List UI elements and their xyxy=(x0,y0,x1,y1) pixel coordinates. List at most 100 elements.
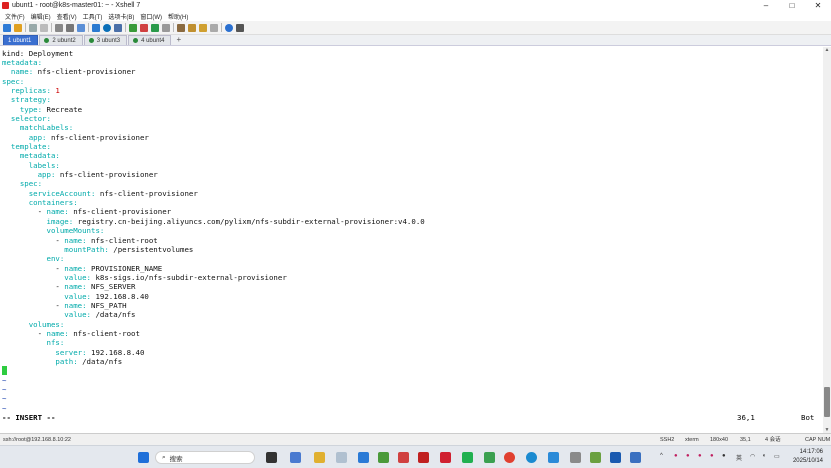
tray-icon[interactable]: ● xyxy=(686,453,690,459)
yaml-value: NFS_SERVER xyxy=(86,282,136,292)
system-clock[interactable]: 14:17:06 2025/10/14 xyxy=(793,448,823,466)
fullscreen-icon[interactable] xyxy=(151,23,159,32)
tray-icon[interactable]: ● xyxy=(722,453,726,459)
terminal-line: - name: NFS_SERVER xyxy=(2,282,136,292)
keyboard-icon[interactable] xyxy=(177,23,185,32)
taskbar-search[interactable]: ⌕ 搜索 xyxy=(155,451,255,464)
battery-icon[interactable]: ▭ xyxy=(774,453,780,460)
terminal-area[interactable]: kind: Deployment metadata: name: nfs-clie… xyxy=(0,47,823,433)
yaml-key: name: xyxy=(64,282,87,292)
window-title: ubunt1 - root@k8s-master01: ~ - Xshell 7 xyxy=(12,2,141,9)
task-view-icon[interactable] xyxy=(266,452,277,463)
app-icon[interactable] xyxy=(418,452,429,463)
menu-view[interactable]: 查看(V) xyxy=(57,12,77,21)
edge-icon[interactable] xyxy=(526,452,537,463)
close-button[interactable]: ✕ xyxy=(805,0,831,11)
settings-icon[interactable] xyxy=(290,452,301,463)
tray-overflow-icon[interactable]: ^ xyxy=(660,453,663,459)
app-icon[interactable] xyxy=(570,452,581,463)
menu-edit[interactable]: 编辑(E) xyxy=(31,12,51,21)
yaml-key: containers: xyxy=(28,198,78,208)
yaml-key: volumeMounts: xyxy=(46,226,105,236)
line-indent: - xyxy=(2,300,65,310)
chrome-icon[interactable] xyxy=(504,452,515,463)
yaml-key: server: xyxy=(55,347,87,357)
folder-icon[interactable] xyxy=(199,23,207,32)
app-icon[interactable] xyxy=(484,452,495,463)
paste-icon[interactable] xyxy=(66,23,74,32)
terminal-line: mountPath: /persistentvolumes xyxy=(2,245,193,254)
options-icon[interactable] xyxy=(236,23,244,32)
tab-ubunt1[interactable]: 1 ubunt1 xyxy=(3,35,39,45)
tab-label: 4 ubunt4 xyxy=(141,37,165,44)
menu-window[interactable]: 窗口(W) xyxy=(140,12,162,21)
input-language[interactable]: 英 xyxy=(736,453,742,462)
tray-icon[interactable]: ● xyxy=(674,453,678,459)
find-icon[interactable] xyxy=(77,23,85,32)
word-icon[interactable] xyxy=(610,452,621,463)
window-controls: – □ ✕ xyxy=(753,0,831,11)
scroll-up-icon[interactable]: ▲ xyxy=(823,47,831,53)
tab-ubunt2[interactable]: 2 ubunt2 xyxy=(39,35,83,45)
maximize-button[interactable]: □ xyxy=(779,0,805,11)
xftp-icon[interactable] xyxy=(129,23,137,32)
yaml-value: PROVISIONER_NAME xyxy=(86,263,163,273)
script-icon[interactable] xyxy=(188,23,196,32)
open-folder-icon[interactable] xyxy=(14,23,22,32)
start-icon[interactable] xyxy=(138,452,149,463)
app-icon[interactable] xyxy=(336,452,347,463)
menu-tabs[interactable]: 选项卡(B) xyxy=(108,12,134,21)
add-tab-button[interactable]: + xyxy=(172,35,185,45)
terminal-line: kind: Deployment xyxy=(2,49,73,58)
menu-help[interactable]: 帮助(H) xyxy=(168,12,188,21)
tab-ubunt3[interactable]: 3 ubunt3 xyxy=(83,35,128,45)
copy-icon[interactable] xyxy=(55,23,63,32)
app-icon[interactable] xyxy=(548,452,559,463)
vim-mode: -- INSERT -- xyxy=(2,413,56,423)
wifi-icon[interactable]: ◠ xyxy=(750,453,755,460)
volume-icon[interactable]: ◖ xyxy=(762,453,766,459)
app-icon[interactable] xyxy=(630,452,641,463)
terminal-line: matchLabels: xyxy=(2,123,73,132)
terminal-line: - name: nfs-client-root xyxy=(2,236,157,245)
xshell-taskbar-icon[interactable] xyxy=(398,452,409,463)
tray-icon[interactable]: ● xyxy=(698,453,702,459)
app-icon[interactable] xyxy=(440,452,451,463)
vscode-icon[interactable] xyxy=(358,452,369,463)
globe-icon[interactable] xyxy=(103,23,111,32)
tab-ubunt4[interactable]: 4 ubunt4 xyxy=(128,35,172,45)
scroll-thumb[interactable] xyxy=(824,387,830,417)
font-icon[interactable] xyxy=(114,23,122,32)
yaml-key: serviceAccount: xyxy=(28,188,96,198)
terminal-line: app: nfs-client-provisioner xyxy=(2,170,158,179)
tray-icon[interactable]: ● xyxy=(710,453,714,459)
terminal-line: env: xyxy=(2,254,65,263)
yaml-key: matchLabels: xyxy=(19,123,74,133)
wechat-icon[interactable] xyxy=(462,452,473,463)
yaml-value: Deployment xyxy=(24,48,74,58)
menu-tools[interactable]: 工具(T) xyxy=(83,12,103,21)
menu-file[interactable]: 文件(F) xyxy=(5,12,25,21)
line-indent: - xyxy=(2,207,47,217)
color-scheme-icon[interactable] xyxy=(92,23,100,32)
empty-line-tilde: ~ xyxy=(2,385,7,395)
yaml-key: spec: xyxy=(19,179,43,189)
disconnect-icon[interactable] xyxy=(40,23,48,32)
new-session-icon[interactable] xyxy=(3,23,11,32)
xmanager-icon[interactable] xyxy=(140,23,148,32)
layout-icon[interactable] xyxy=(210,23,218,32)
file-explorer-icon[interactable] xyxy=(314,452,325,463)
help-icon[interactable] xyxy=(225,23,233,32)
minimize-button[interactable]: – xyxy=(753,0,779,11)
app-icon[interactable] xyxy=(590,452,601,463)
terminal-scrollbar[interactable]: ▲ ▼ xyxy=(823,47,831,433)
yaml-key: name: xyxy=(46,207,69,217)
app-icon[interactable] xyxy=(378,452,389,463)
terminal-line: nfs: xyxy=(2,338,65,347)
yaml-value: 192.168.8.40 xyxy=(86,347,145,357)
lock-icon[interactable] xyxy=(162,23,170,32)
link-icon[interactable] xyxy=(29,23,37,32)
